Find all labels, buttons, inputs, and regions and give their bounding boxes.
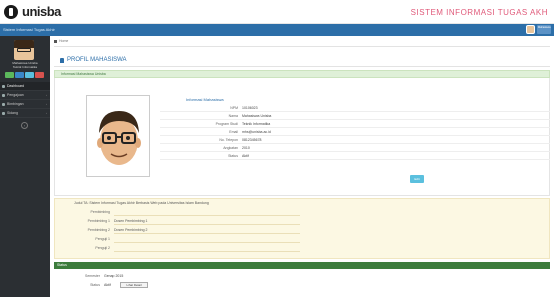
top-navbar: Sistem Informasi Tugas Akhir Mahasiswa — [0, 24, 554, 36]
sidebar-item-label: Pengajuan — [7, 93, 24, 97]
profile-row-value: 2010 — [242, 146, 250, 150]
profile-row-key: No. Telepon — [219, 138, 238, 142]
note-row-value: Dosen Pembimbing 2 — [114, 228, 148, 232]
note-row: Pembimbing 1 Dosen Pembimbing 1 — [54, 217, 550, 225]
calendar-icon — [2, 111, 5, 115]
sidebar-user-name: Mahasiswa Unisba Teknik Informatika — [4, 61, 46, 69]
quick-button-teal[interactable] — [25, 72, 34, 78]
status-section-heading: Status — [54, 262, 550, 269]
sidebar-quick-buttons — [5, 72, 44, 78]
profile-row-key: NPM — [230, 106, 238, 110]
avatar-illustration — [97, 111, 141, 165]
logo-icon — [4, 4, 18, 19]
sidebar-menu: Dashboard Pengajuan ‹ Bimbingan ‹ Sidang… — [0, 82, 50, 118]
user-menu-label[interactable]: Mahasiswa — [537, 25, 551, 34]
logo-text: unisba — [22, 4, 61, 19]
profile-section-title: Informasi Mahasiswa — [186, 97, 224, 102]
quick-button-green[interactable] — [5, 72, 14, 78]
sidebar-user-role: Teknik Informatika — [12, 64, 38, 69]
note-row-key: Penguji 2 — [95, 246, 110, 250]
profile-row: Email mhs@unisba.ac.id — [160, 128, 550, 136]
status-row-value: Genap 2015 — [104, 274, 124, 278]
divider — [54, 66, 550, 67]
profile-row-key: Email — [229, 130, 238, 134]
status-row-key: Semester — [85, 274, 100, 278]
chevron-left-icon: ‹ — [46, 102, 47, 106]
profile-row-value: Aktif — [242, 154, 249, 158]
user-avatar — [526, 25, 535, 34]
note-row-key: Penguji 1 — [95, 237, 110, 241]
profile-photo — [86, 95, 150, 177]
profile-row-value: Teknik Informatika — [242, 122, 271, 126]
system-title: SISTEM INFORMASI TUGAS AKH — [410, 8, 548, 17]
status-row-key: Status — [90, 283, 100, 287]
note-row-value: Dosen Pembimbing 1 — [114, 219, 148, 223]
collapse-sidebar-icon[interactable]: ‹ — [21, 122, 28, 129]
chevron-left-icon: ‹ — [46, 111, 47, 115]
profile-row-value: 0812345678 — [242, 138, 262, 142]
status-row: Status Aktif Lihat Detail — [54, 281, 550, 289]
note-row: Pembimbing 2 Dosen Pembimbing 2 — [54, 226, 550, 234]
profile-row: Angkatan 2010 — [160, 144, 550, 152]
profile-row-value: 10106023 — [242, 106, 258, 110]
profile-row-key: Status — [228, 154, 238, 158]
sidebar: Mahasiswa Unisba Teknik Informatika Dash… — [0, 36, 50, 297]
sidebar-item-sidang[interactable]: Sidang ‹ — [0, 109, 50, 118]
profile-row-key: Program Studi — [215, 122, 238, 126]
profile-row: NPM 10106023 — [160, 104, 550, 112]
thesis-title: Judul TA: Sistem Informasi Tugas Akhir B… — [74, 201, 209, 205]
sidebar-item-label: Bimbingan — [7, 102, 24, 106]
profile-row-value: Mahasiswa Unisba — [242, 114, 272, 118]
profile-row: Program Studi Teknik Informatika — [160, 120, 550, 128]
note-row-key: Pembimbing 2 — [87, 228, 110, 232]
note-row: Penguji 1 — [54, 235, 550, 243]
profile-row: Nama Mahasiswa Unisba — [160, 112, 550, 120]
status-row: Semester Genap 2015 — [54, 272, 550, 280]
sidebar-item-label: Sidang — [7, 111, 18, 115]
sidebar-item-bimbingan[interactable]: Bimbingan ‹ — [0, 100, 50, 109]
breadcrumb-home[interactable]: Home — [59, 39, 68, 43]
home-icon — [2, 84, 5, 88]
note-row: Pembimbing — [54, 208, 550, 216]
profile-row: Status Aktif — [160, 152, 550, 160]
sidebar-avatar — [14, 40, 34, 60]
home-icon — [54, 39, 57, 43]
quick-button-blue[interactable] — [15, 72, 24, 78]
chevron-left-icon: ‹ — [46, 93, 47, 97]
user-icon — [60, 57, 64, 63]
status-row-value: Aktif — [104, 283, 111, 287]
quick-button-red[interactable] — [35, 72, 44, 78]
page-title: PROFIL MAHASISWA — [60, 57, 127, 63]
users-icon — [2, 102, 5, 106]
sidebar-item-label: Dashboard — [7, 84, 25, 88]
user-menu[interactable]: Mahasiswa — [526, 25, 551, 34]
file-icon — [2, 93, 5, 97]
panel-heading: Informasi Mahasiswa Unisba — [54, 70, 550, 78]
divider — [54, 46, 550, 47]
note-row-key: Pembimbing — [90, 210, 110, 214]
thesis-title-row: Judul TA: Sistem Informasi Tugas Akhir B… — [54, 199, 550, 207]
note-row-key: Pembimbing 1 — [87, 219, 110, 223]
view-detail-button[interactable]: Lihat Detail — [120, 281, 148, 288]
profile-row-value: mhs@unisba.ac.id — [242, 130, 271, 134]
brand-logo[interactable]: unisba — [4, 4, 61, 19]
edit-profile-button[interactable]: Edit — [410, 175, 424, 183]
navbar-text: Sistem Informasi Tugas Akhir — [3, 27, 55, 32]
page-title-text: PROFIL MAHASISWA — [67, 57, 127, 63]
profile-row-key: Nama — [228, 114, 238, 118]
note-row: Penguji 2 — [54, 244, 550, 252]
app-header: unisba SISTEM INFORMASI TUGAS AKH — [0, 0, 554, 24]
sidebar-item-pengajuan[interactable]: Pengajuan ‹ — [0, 91, 50, 100]
profile-row-key: Angkatan — [223, 146, 238, 150]
profile-row: No. Telepon 0812345678 — [160, 136, 550, 144]
breadcrumb: Home — [54, 38, 68, 44]
sidebar-item-dashboard[interactable]: Dashboard — [0, 82, 50, 91]
